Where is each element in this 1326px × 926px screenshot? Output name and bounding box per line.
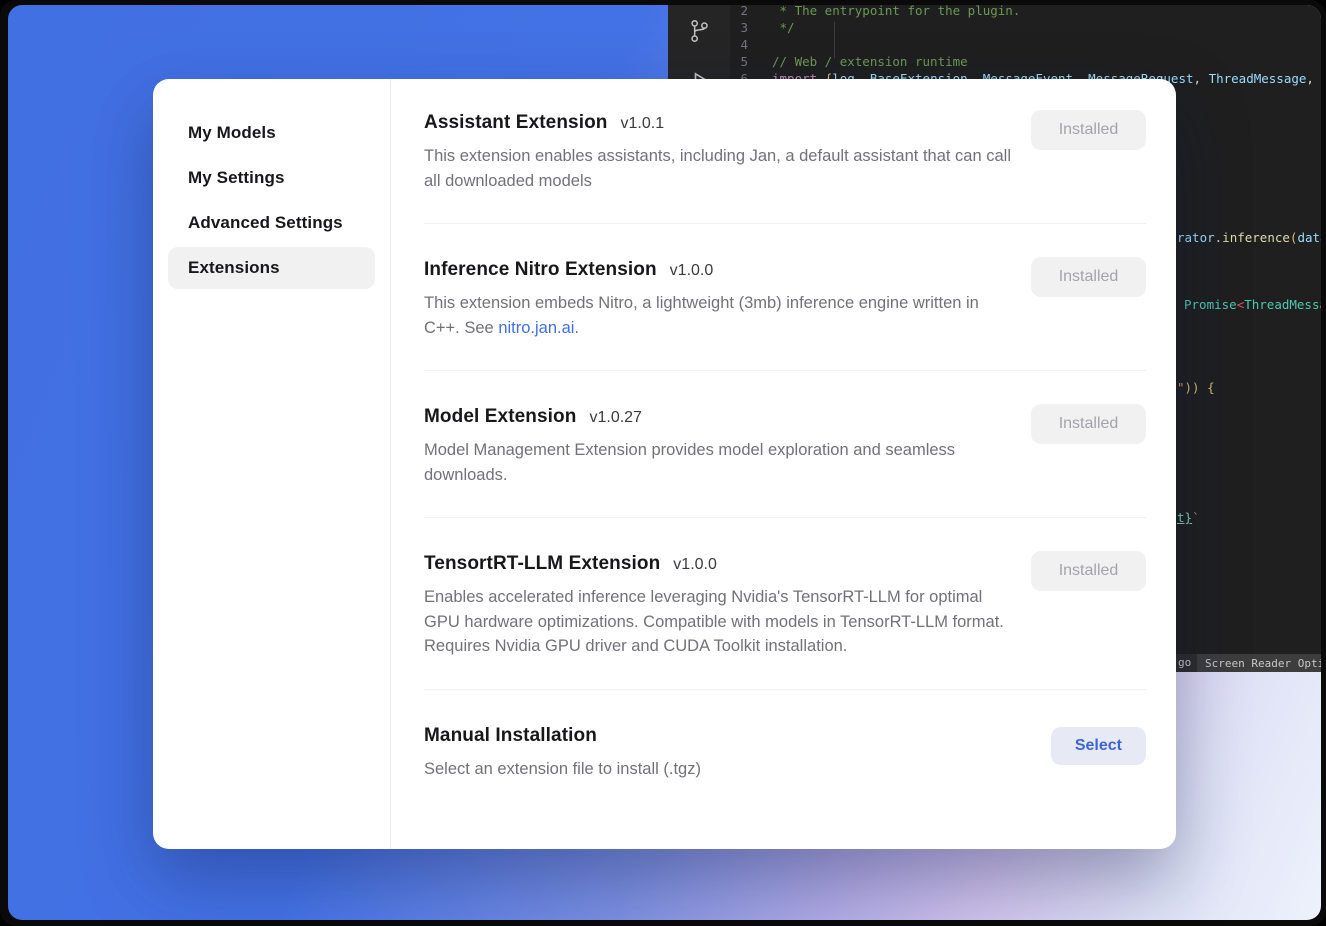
indent-guide <box>834 22 835 58</box>
source-control-icon[interactable] <box>686 17 712 45</box>
settings-sidebar: My Models My Settings Advanced Settings … <box>153 79 391 849</box>
extension-description: This extension embeds Nitro, a lightweig… <box>424 291 1014 340</box>
installed-badge: Installed <box>1031 551 1146 591</box>
status-item-left[interactable]: go <box>1178 656 1191 669</box>
sidebar-item-my-settings[interactable]: My Settings <box>168 157 375 199</box>
extension-description: Enables accelerated inference leveraging… <box>424 585 1014 659</box>
extension-title: Assistant Extension <box>424 112 608 134</box>
status-item-screen-reader[interactable]: Screen Reader Optimized <box>1197 654 1321 672</box>
extension-version: v1.0.27 <box>589 409 641 427</box>
extension-row-assistant: Assistant Extension v1.0.1 This extensio… <box>424 79 1146 224</box>
extension-version: v1.0.0 <box>673 556 717 574</box>
installed-badge: Installed <box>1031 404 1146 444</box>
extension-row-nitro: Inference Nitro Extension v1.0.0 This ex… <box>424 224 1146 371</box>
select-button[interactable]: Select <box>1051 727 1146 765</box>
screenshot-canvas: 2 * The entrypoint for the plugin.3 */45… <box>0 0 1326 926</box>
sidebar-item-advanced-settings[interactable]: Advanced Settings <box>168 202 375 244</box>
extension-version: v1.0.0 <box>670 262 714 280</box>
extensions-list: Assistant Extension v1.0.1 This extensio… <box>391 79 1176 849</box>
settings-modal: My Models My Settings Advanced Settings … <box>153 79 1176 849</box>
installed-badge: Installed <box>1031 110 1146 150</box>
extension-row-tensorrt: TensortRT-LLM Extension v1.0.0 Enables a… <box>424 518 1146 690</box>
code-lines: 2 * The entrypoint for the plugin.3 */45… <box>730 5 1321 87</box>
extension-title: Model Extension <box>424 406 576 428</box>
extension-version: v1.0.1 <box>621 115 665 133</box>
extension-title: TensortRT-LLM Extension <box>424 553 660 575</box>
sidebar-item-extensions[interactable]: Extensions <box>168 247 375 289</box>
extension-title: Manual Installation <box>424 725 597 747</box>
extension-description: Model Management Extension provides mode… <box>424 438 1014 487</box>
installed-badge: Installed <box>1031 257 1146 297</box>
sidebar-item-my-models[interactable]: My Models <box>168 112 375 154</box>
extension-description: This extension enables assistants, inclu… <box>424 144 1014 193</box>
extension-row-manual-install: Manual Installation Select an extension … <box>424 690 1146 812</box>
extension-title: Inference Nitro Extension <box>424 259 657 281</box>
extension-row-model: Model Extension v1.0.27 Model Management… <box>424 371 1146 518</box>
nitro-jan-ai-link[interactable]: nitro.jan.ai <box>498 319 574 337</box>
extension-description: Select an extension file to install (.tg… <box>424 757 701 782</box>
